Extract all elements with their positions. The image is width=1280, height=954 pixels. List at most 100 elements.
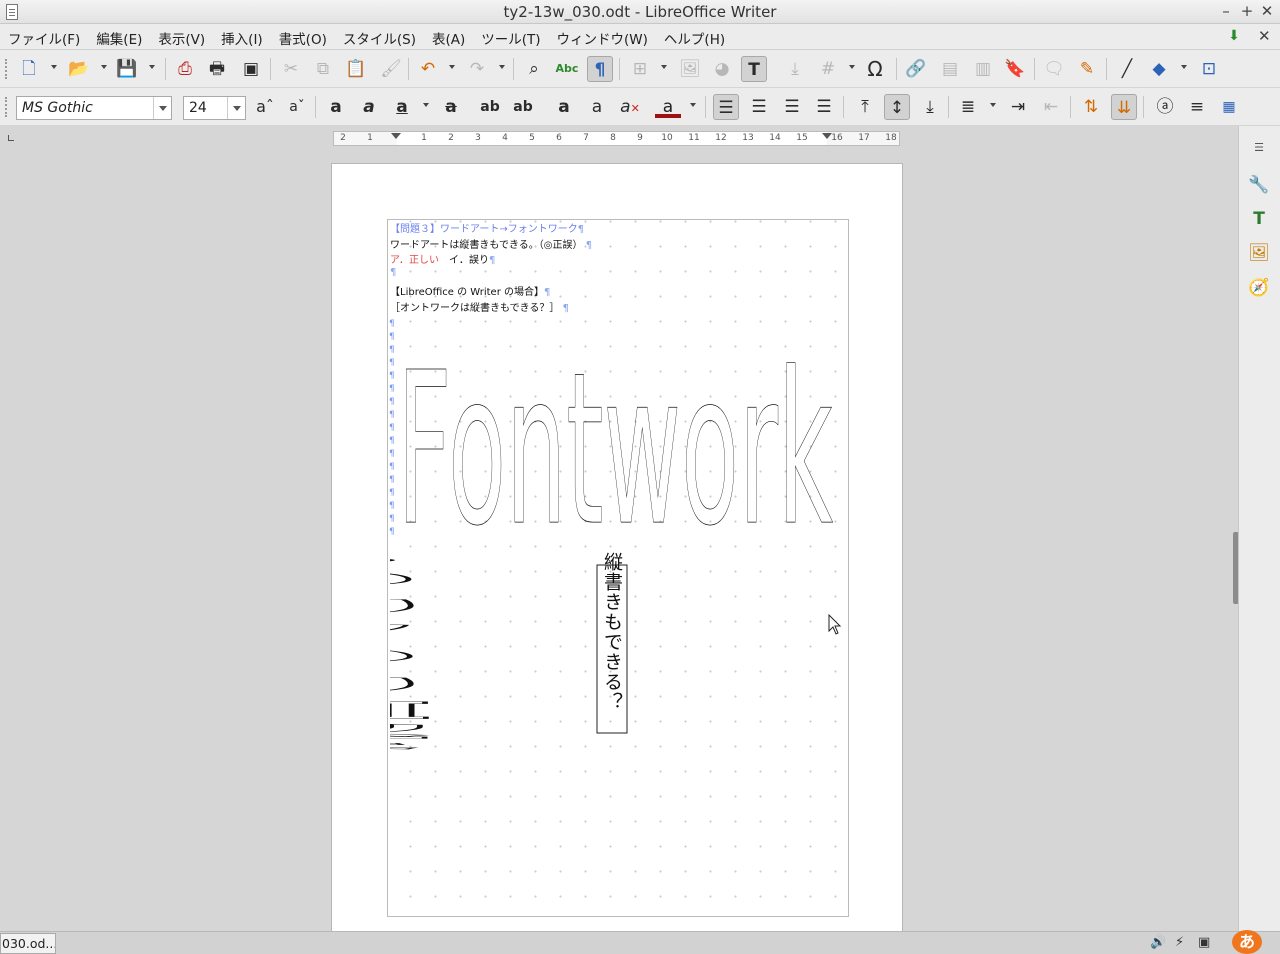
doc-line-5[interactable]: 【LibreOffice の Writer の場合】¶ [390,283,550,298]
superscript-icon[interactable]: ab [477,94,503,120]
save-icon[interactable]: 💾 [114,56,140,82]
draw-functions-icon[interactable]: ⊡ [1196,56,1222,82]
print-icon[interactable]: 🖶 [204,56,230,82]
insert-bookmark-icon[interactable]: 🔖 [1002,56,1028,82]
properties-wrench-icon[interactable]: 🔧 [1246,172,1272,198]
gallery-icon[interactable]: 🖼 [1246,240,1272,266]
strikethrough-icon[interactable]: a [438,94,464,120]
insert-chart-icon[interactable]: ◕ [709,56,735,82]
menu-view[interactable]: 表示(V) [150,28,213,48]
font-size-combo[interactable]: 24 [183,96,246,120]
formatting-marks-icon[interactable]: ¶ [587,56,613,82]
menu-file[interactable]: ファイル(F) [0,28,88,48]
insert-line-icon[interactable]: ╱ [1114,56,1140,82]
close-document-button[interactable]: ✕ [1258,27,1271,45]
cut-icon[interactable]: ✂ [278,56,304,82]
insert-textbox-icon[interactable]: T [741,56,767,82]
font-name-dropdown-arrow[interactable] [153,97,171,119]
sidebar-menu-icon[interactable]: ☰ [1246,135,1272,161]
align-left-icon[interactable]: ☰ [713,94,739,120]
character-dialog-icon[interactable]: ⓐ [1152,94,1178,120]
left-indent-marker[interactable] [391,133,401,139]
increase-indent-icon[interactable]: ⇥ [1005,94,1031,120]
insert-image-icon[interactable]: 🖼 [677,56,703,82]
insert-comment-icon[interactable]: 🗨 [1041,56,1067,82]
underline-icon[interactable]: a [389,94,415,120]
find-replace-icon[interactable]: ⌕ [521,56,547,82]
menu-table[interactable]: 表(A) [424,28,473,48]
menu-window[interactable]: ウィンドウ(W) [549,28,656,48]
insert-table-icon[interactable]: ⊞ [627,56,653,82]
spelling-icon[interactable]: Abc [554,56,580,82]
line-spacing-icon[interactable]: ≣ [955,94,981,120]
redo-dropdown-arrow[interactable] [499,65,505,69]
taskbar-window-item[interactable]: 030.od... [0,933,56,954]
save-dropdown-arrow[interactable] [149,65,155,69]
close-button[interactable]: ✕ [1258,2,1276,20]
text-direction-tb-icon[interactable]: ⇊ [1111,94,1137,120]
basic-shapes-icon[interactable]: ◆ [1146,56,1172,82]
horizontal-ruler[interactable]: 2 1 1 2 3 4 5 6 7 8 9 10 11 12 13 14 15 … [333,131,900,146]
insert-hyperlink-icon[interactable]: 🔗 [903,56,929,82]
align-bottom-icon[interactable]: ⤓ [917,94,943,120]
redo-icon[interactable]: ↷ [464,56,490,82]
doc-line-3[interactable]: ア．正しい イ．誤り¶ [390,251,495,266]
italic-icon[interactable]: a [356,94,382,120]
menu-edit[interactable]: 編集(E) [88,28,150,48]
bold-icon[interactable]: a [323,94,349,120]
maximize-button[interactable]: + [1238,2,1256,20]
clear-formatting-icon[interactable]: a✕ [617,94,643,120]
tab-stop-selector[interactable] [8,135,14,141]
print-preview-icon[interactable]: ▣ [238,56,264,82]
vertical-fontwork-object[interactable]: 縦書きもできる？ 縦書きもできる？ [390,540,834,770]
justify-icon[interactable]: ☰ [811,94,837,120]
update-download-icon[interactable]: ⬇ [1226,28,1242,44]
menu-styles[interactable]: スタイル(S) [335,28,424,48]
open-dropdown-arrow[interactable] [101,65,107,69]
clone-formatting-icon[interactable]: 🖌 [378,56,404,82]
align-top-icon[interactable]: ⤒ [852,94,878,120]
underline-dropdown-arrow[interactable] [423,103,429,107]
toolbar-grip[interactable] [5,59,8,79]
styles-icon[interactable]: T [1246,206,1272,232]
font-color-icon[interactable]: a [655,94,681,118]
menu-help[interactable]: ヘルプ(H) [656,28,733,48]
new-document-icon[interactable]: 🗋 [16,56,42,82]
font-color-dropdown-arrow[interactable] [690,103,696,107]
menu-format[interactable]: 書式(O) [271,28,335,48]
new-dropdown-arrow[interactable] [51,65,57,69]
undo-dropdown-arrow[interactable] [449,65,455,69]
open-folder-icon[interactable]: 📂 [66,56,92,82]
fontwork-object[interactable]: Fontwork [397,310,833,526]
table-dropdown-arrow[interactable] [661,65,667,69]
subscript-icon[interactable]: ab [510,94,536,120]
align-center-icon[interactable]: ☰ [746,94,772,120]
insert-page-break-icon[interactable]: ⤓ [782,56,808,82]
insert-endnote-icon[interactable]: ▥ [970,56,996,82]
insert-field-icon[interactable]: # [815,56,841,82]
increase-font-icon[interactable]: aˆ [252,94,278,120]
font-size-dropdown-arrow[interactable] [227,97,245,119]
track-changes-icon[interactable]: ✎ [1074,56,1100,82]
minimize-button[interactable]: – [1217,2,1235,20]
doc-line-4[interactable]: ¶ [390,267,396,278]
menu-tools[interactable]: ツール(T) [473,28,548,48]
insert-footnote-icon[interactable]: ▤ [937,56,963,82]
toolbar-grip[interactable] [5,97,8,117]
align-middle-icon[interactable]: ↕ [884,94,910,120]
doc-line-2[interactable]: ワードアートは縦書きもできる。（◎正誤） ¶ [390,236,592,251]
text-boundaries[interactable]: 【問題３】ワードアート→フォントワーク¶ ワードアートは縦書きもできる。（◎正誤… [387,219,849,917]
field-dropdown-arrow[interactable] [849,65,855,69]
ime-indicator-icon[interactable]: あ [1232,930,1262,954]
special-character-icon[interactable]: Ω [862,56,888,82]
text-direction-lr-icon[interactable]: ⇅ [1078,94,1104,120]
paste-icon[interactable]: 📋 [343,56,369,82]
volume-icon[interactable]: 🔊 [1150,935,1166,950]
line-spacing-dropdown-arrow[interactable] [990,103,996,107]
network-icon[interactable]: ▣ [1198,935,1210,950]
document-page[interactable]: 【問題３】ワードアート→フォントワーク¶ ワードアートは縦書きもできる。（◎正誤… [331,163,903,931]
power-icon[interactable]: ⚡ [1175,935,1184,950]
export-pdf-icon[interactable]: ⎙ [172,56,198,82]
shapes-dropdown-arrow[interactable] [1181,65,1187,69]
paragraph-dialog-icon[interactable]: ≡ [1184,94,1210,120]
